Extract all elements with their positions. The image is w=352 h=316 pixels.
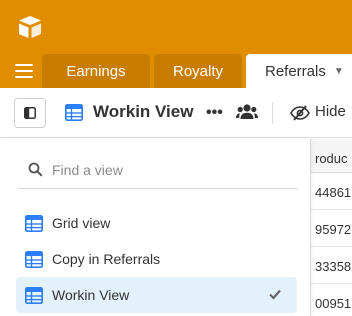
app-logo-icon[interactable] <box>16 14 44 40</box>
table-tab-bar: Earnings Royalty Referrals ▼ <box>0 54 352 88</box>
table-cell[interactable]: 44861 <box>311 173 352 210</box>
eye-slash-icon[interactable] <box>290 105 310 121</box>
view-switcher-panel: Grid view Copy in Referrals Workin View <box>0 139 310 316</box>
view-toolbar: Workin View ••• Hide <box>0 88 352 138</box>
table-cell[interactable]: 33358 <box>311 247 352 284</box>
view-item-label: Copy in Referrals <box>52 251 161 267</box>
sidebar-toggle-button[interactable] <box>14 98 46 128</box>
current-view-name[interactable]: Workin View <box>93 102 193 122</box>
check-icon <box>269 289 281 300</box>
column-header[interactable]: roduc <box>311 139 352 173</box>
search-icon <box>28 162 43 177</box>
collaborators-icon[interactable] <box>236 103 258 121</box>
menu-icon[interactable] <box>14 62 34 80</box>
view-item-workin-view[interactable]: Workin View <box>16 277 297 313</box>
grid-column-background: roduc 44861 95972 33358 00951 <box>310 139 352 316</box>
view-item-grid-view[interactable]: Grid view <box>16 205 297 241</box>
hide-fields-button[interactable]: Hide <box>315 103 346 120</box>
tab-referrals[interactable]: Referrals ▼ <box>246 54 352 88</box>
sidebar-panel-icon <box>24 107 36 119</box>
tab-label: Referrals <box>265 62 326 80</box>
grid-view-icon <box>65 104 83 121</box>
tab-label: Earnings <box>66 62 126 80</box>
view-search-input[interactable] <box>52 157 292 183</box>
view-item-label: Workin View <box>52 287 130 303</box>
toolbar-divider <box>272 102 273 124</box>
grid-view-icon <box>25 286 43 304</box>
table-cell[interactable]: 00951 <box>311 284 352 316</box>
view-item-copy-in-referrals[interactable]: Copy in Referrals <box>16 241 297 277</box>
tab-royalty[interactable]: Royalty <box>154 54 242 88</box>
more-options-icon[interactable]: ••• <box>206 104 223 122</box>
app-window: Earnings Royalty Referrals ▼ Workin View… <box>0 0 352 316</box>
table-cell[interactable]: 95972 <box>311 210 352 247</box>
grid-view-icon <box>25 250 43 268</box>
top-header <box>0 0 352 54</box>
grid-view-icon <box>25 214 43 232</box>
view-search-row <box>18 153 298 189</box>
chevron-down-icon[interactable]: ▼ <box>334 66 344 77</box>
view-item-label: Grid view <box>52 215 111 231</box>
tab-label: Royalty <box>172 62 224 80</box>
tab-earnings[interactable]: Earnings <box>42 54 150 88</box>
